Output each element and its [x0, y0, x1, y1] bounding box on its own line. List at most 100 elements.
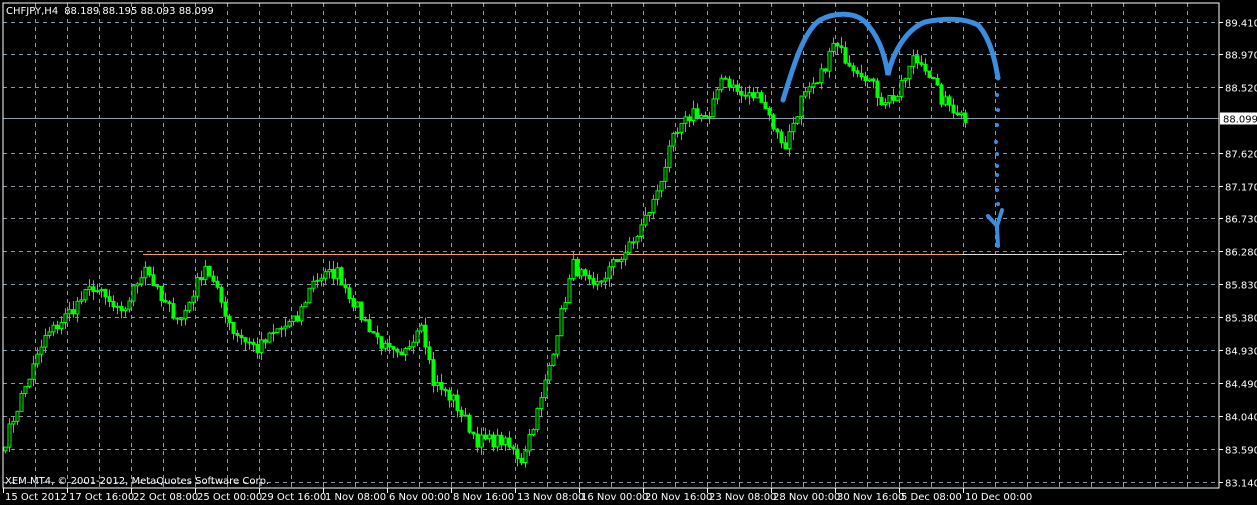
candle-body — [359, 301, 364, 321]
candle-body — [483, 434, 488, 440]
candle-body — [319, 277, 324, 281]
candle-body — [475, 433, 480, 448]
candle-body — [683, 116, 688, 124]
candle-body — [499, 434, 504, 446]
candle-body — [399, 351, 404, 356]
candle-body — [887, 95, 892, 104]
price-chart[interactable]: 89.410 88.970 88.520 87.620 87.170 86.730 86.2… — [0, 0, 1257, 505]
candle-body — [335, 267, 340, 279]
candle-body — [331, 268, 336, 279]
candle-body — [651, 198, 656, 214]
x-tick-label: 5 Dec 08:00 — [901, 492, 962, 503]
candle-body — [35, 353, 40, 365]
candle-body — [863, 76, 868, 82]
candle-body — [147, 266, 152, 276]
candle-body — [675, 131, 680, 134]
x-tick-label: 22 Oct 08:00 — [133, 492, 198, 503]
candle-body — [835, 42, 840, 47]
candle-body — [899, 79, 904, 98]
candle-body — [635, 236, 640, 243]
candle-body — [311, 280, 316, 289]
candle-body — [831, 42, 836, 52]
candle-body — [387, 342, 392, 348]
current-price-label: 88.099 — [1223, 115, 1257, 126]
candle-body — [107, 296, 112, 302]
candle-body — [659, 180, 664, 192]
candle-body — [491, 434, 496, 448]
candle-body — [451, 394, 456, 401]
candle-body — [15, 410, 20, 422]
candle-body — [427, 346, 432, 361]
y-tick-label: 86.280 — [1225, 248, 1257, 259]
arrow-dot — [995, 93, 999, 97]
candle-body — [227, 315, 232, 323]
candle-body — [203, 265, 208, 281]
candle-body — [423, 324, 428, 348]
candle-body — [211, 275, 216, 282]
candle-body — [123, 308, 128, 312]
candle-body — [51, 324, 56, 333]
candle-body — [815, 82, 820, 85]
candle-body — [99, 288, 104, 292]
candle-body — [631, 241, 636, 244]
candle-body — [367, 319, 372, 333]
candle-body — [315, 279, 320, 282]
y-tick-label: 84.040 — [1225, 413, 1257, 424]
candle-body — [219, 286, 224, 303]
candle-body — [247, 341, 252, 344]
arrow-dot — [995, 173, 999, 177]
candle-body — [47, 331, 52, 336]
arrow-dot — [995, 152, 999, 156]
candle-body — [931, 76, 936, 79]
candle-body — [643, 214, 648, 226]
x-tick-label: 20 Nov 16:00 — [645, 492, 712, 503]
candle-body — [883, 102, 888, 106]
y-tick-label: 83.140 — [1225, 479, 1257, 490]
candle-body — [371, 331, 376, 334]
candle-body — [95, 290, 100, 293]
candle-body — [27, 378, 32, 387]
candle-body — [347, 287, 352, 300]
candle-body — [611, 259, 616, 268]
candle-body — [487, 434, 492, 440]
x-tick-label: 17 Oct 16:00 — [69, 492, 134, 503]
candle-body — [507, 437, 512, 448]
candle-body — [711, 98, 716, 118]
candle-body — [839, 45, 844, 49]
candle-body — [615, 259, 620, 263]
candle-body — [911, 55, 916, 67]
candle-body — [299, 306, 304, 322]
candle-body — [115, 305, 120, 308]
time-axis[interactable]: 15 Oct 2012 17 Oct 16:0022 Oct 08:0025 Oc… — [3, 488, 1033, 503]
candle-body — [275, 328, 280, 333]
candle-body — [579, 269, 584, 277]
candle-body — [603, 277, 608, 282]
hand-drawn-annotation[interactable] — [780, 11, 1004, 248]
candle-body — [199, 277, 204, 281]
candle-body — [223, 301, 228, 317]
candle-body — [295, 315, 300, 322]
x-tick-label: 8 Nov 16:00 — [453, 492, 514, 503]
candle-body — [383, 342, 388, 349]
x-tick-label: 30 Nov 16:00 — [837, 492, 904, 503]
candle-body — [847, 62, 852, 67]
x-tick-label: 15 Oct 2012 — [5, 492, 67, 503]
candle-body — [155, 285, 160, 288]
candle-body — [851, 65, 856, 72]
candle-body — [859, 72, 864, 78]
candle-body — [515, 448, 520, 459]
candle-body — [891, 95, 896, 101]
candle-body — [307, 287, 312, 304]
candle-body — [111, 300, 116, 308]
candle-body — [535, 407, 540, 431]
candle-body — [583, 269, 588, 276]
candle-body — [767, 107, 772, 116]
candle-body — [763, 101, 768, 109]
candle-body — [787, 131, 792, 150]
candle-body — [503, 437, 508, 446]
candle-body — [919, 62, 924, 65]
price-axis[interactable]: 89.410 88.970 88.520 87.620 87.170 86.730 86.2… — [1219, 19, 1257, 490]
candle-body — [455, 394, 460, 411]
candle-body — [591, 278, 596, 285]
candle-body — [271, 331, 276, 334]
